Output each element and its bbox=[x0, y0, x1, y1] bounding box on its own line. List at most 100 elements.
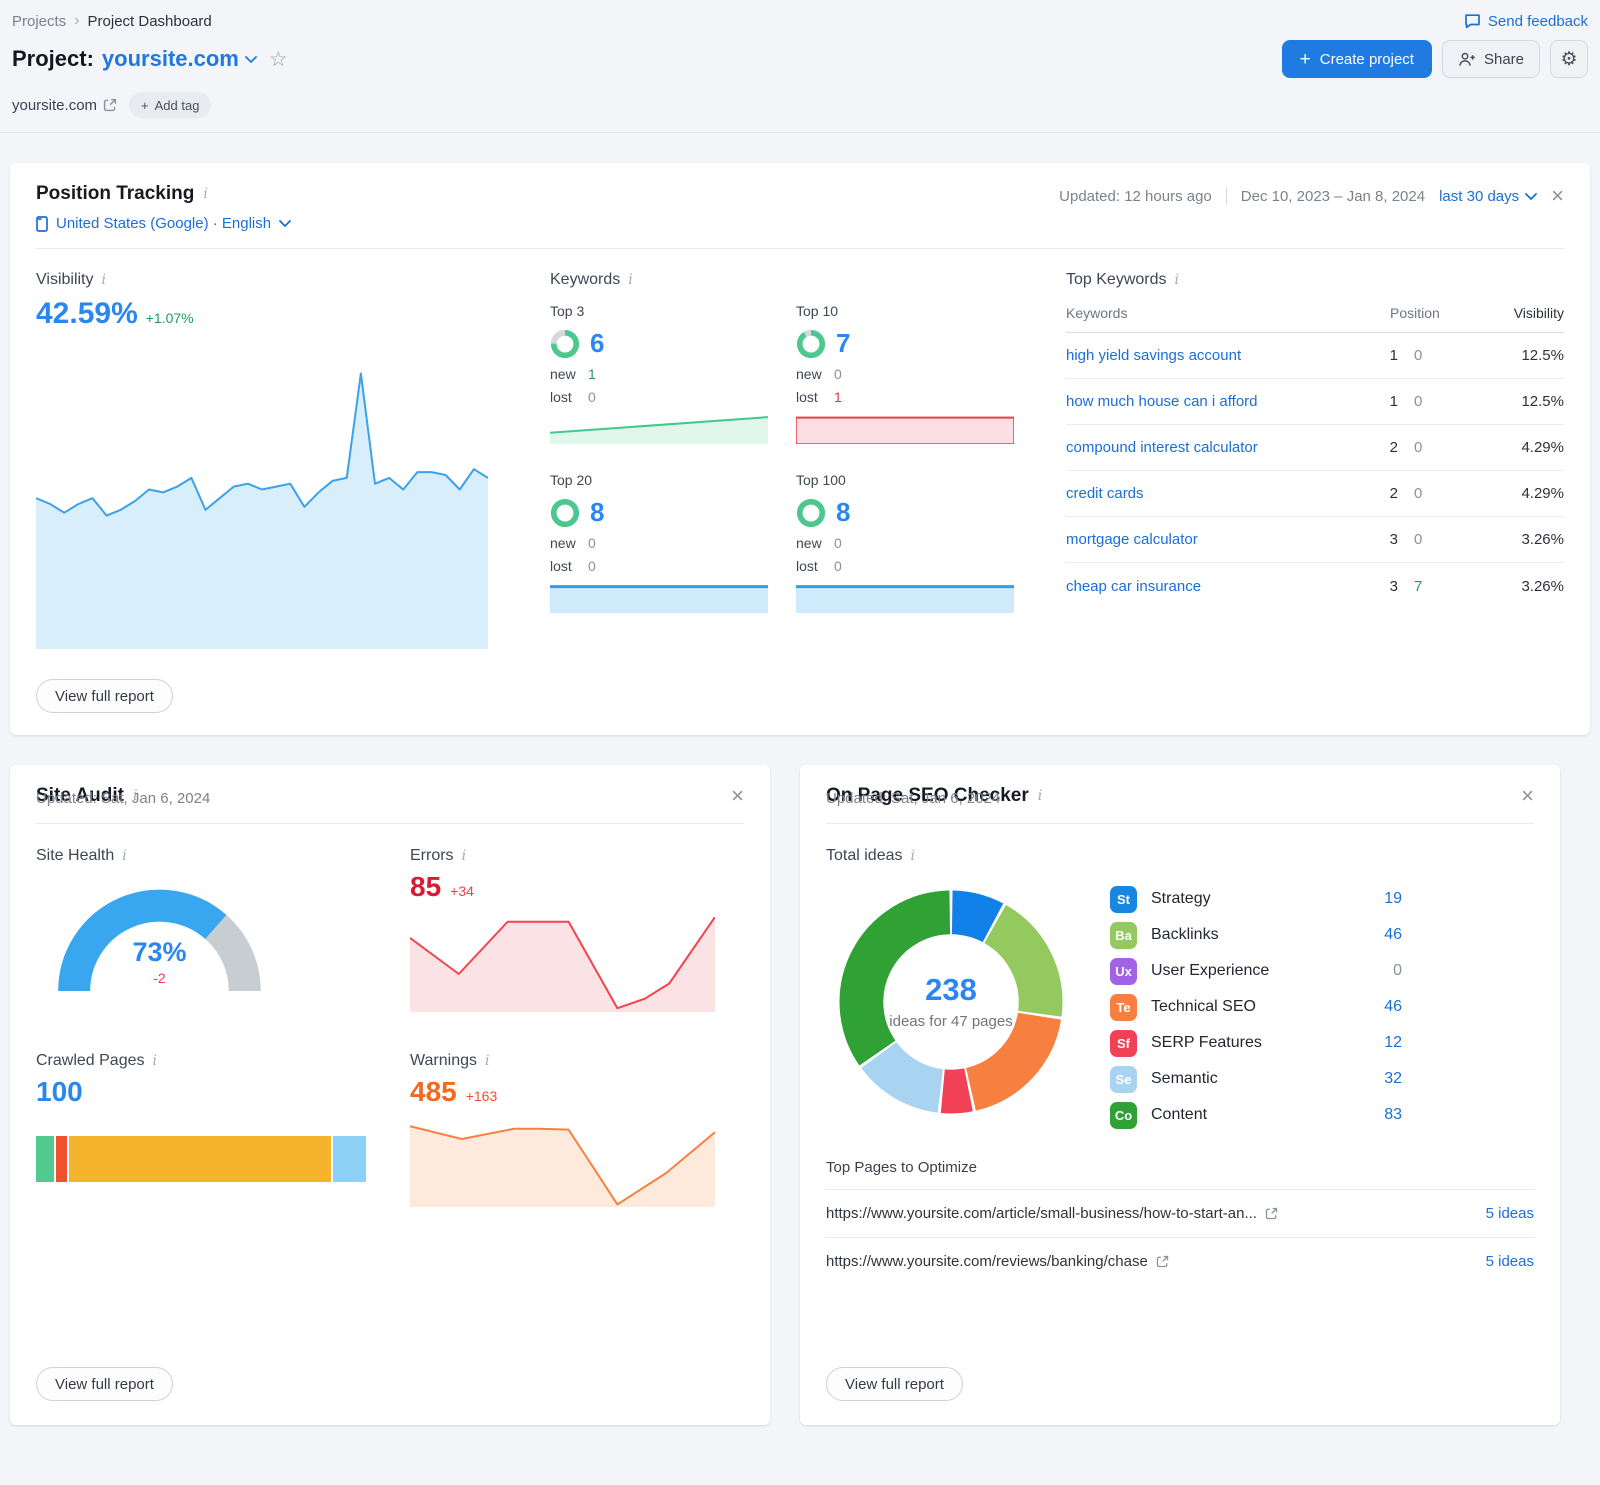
warnings-delta: +163 bbox=[466, 1088, 498, 1104]
top-keywords-section: Top Keywords i Keywords Position Visibil… bbox=[1066, 271, 1564, 649]
top10-ring-chart bbox=[796, 329, 826, 359]
project-domain-link[interactable]: yoursite.com bbox=[12, 97, 117, 114]
page-ideas-link[interactable]: 5 ideas bbox=[1486, 1253, 1534, 1270]
view-full-report-button[interactable]: View full report bbox=[826, 1367, 963, 1401]
keyword-link[interactable]: cheap car insurance bbox=[1066, 578, 1364, 595]
top-keywords-title: Top Keywords bbox=[1066, 271, 1167, 289]
errors-delta: +34 bbox=[450, 883, 474, 899]
info-icon[interactable]: i bbox=[628, 272, 632, 288]
page-url-link[interactable]: https://www.yoursite.com/reviews/banking… bbox=[826, 1253, 1169, 1270]
view-full-report-button[interactable]: View full report bbox=[36, 679, 173, 713]
page-url-link[interactable]: https://www.yoursite.com/article/small-b… bbox=[826, 1205, 1278, 1222]
project-name-dropdown[interactable]: yoursite.com bbox=[102, 46, 257, 72]
top10-lost: 1 bbox=[834, 389, 842, 405]
top20-ring-chart bbox=[550, 498, 580, 528]
table-row: how much house can i afford 10 12.5% bbox=[1066, 379, 1564, 425]
table-row: mortgage calculator 30 3.26% bbox=[1066, 517, 1564, 563]
user-experience-badge: Ux bbox=[1110, 958, 1137, 985]
total-ideas-value: 238 bbox=[876, 972, 1026, 1008]
backlinks-badge: Ba bbox=[1110, 922, 1137, 949]
info-icon[interactable]: i bbox=[1175, 272, 1179, 288]
serp-features-badge: Sf bbox=[1110, 1030, 1137, 1057]
visibility-section: Visibility i 42.59% +1.07% bbox=[36, 271, 488, 649]
top100-lost: 0 bbox=[834, 558, 842, 574]
breadcrumb-projects[interactable]: Projects bbox=[12, 13, 66, 30]
close-icon[interactable]: × bbox=[1551, 185, 1564, 207]
top100-sparkline bbox=[796, 585, 1014, 613]
updated-timestamp: Updated: Sat, Jan 6, 2024 bbox=[36, 790, 744, 823]
keywords-top10-bucket: Top 10 7 new0 lost1 bbox=[796, 303, 1014, 444]
project-label: Project: bbox=[12, 46, 94, 72]
settings-gear-button[interactable]: ⚙ bbox=[1550, 40, 1588, 78]
create-project-button[interactable]: + Create project bbox=[1282, 40, 1432, 78]
breadcrumb: Projects › Project Dashboard bbox=[12, 12, 212, 30]
keyword-link[interactable]: how much house can i afford bbox=[1066, 393, 1364, 410]
top100-ring-chart bbox=[796, 498, 826, 528]
project-title: Project: yoursite.com ☆ bbox=[12, 46, 288, 72]
top100-count: 8 bbox=[836, 497, 850, 528]
breadcrumb-separator-icon: › bbox=[74, 12, 79, 30]
backlinks-count-link[interactable]: 46 bbox=[1356, 926, 1402, 944]
info-icon[interactable]: i bbox=[485, 1053, 489, 1069]
site-health-label: Site Health bbox=[36, 847, 114, 865]
send-feedback-link[interactable]: Send feedback bbox=[1464, 13, 1588, 30]
favorite-star-icon[interactable]: ☆ bbox=[269, 47, 288, 72]
keywords-label: Keywords bbox=[550, 271, 620, 289]
top3-sparkline bbox=[550, 416, 768, 444]
crawled-pages-section: Crawled Pages i 100 bbox=[36, 1052, 370, 1207]
top20-lost: 0 bbox=[588, 558, 596, 574]
serp-features-count-link[interactable]: 12 bbox=[1356, 1034, 1402, 1052]
period-dropdown[interactable]: last 30 days bbox=[1439, 188, 1537, 205]
site-health-value: 73% bbox=[42, 937, 277, 968]
total-ideas-caption: ideas for 47 pages bbox=[876, 1012, 1026, 1032]
view-full-report-button[interactable]: View full report bbox=[36, 1367, 173, 1401]
technical-seo-count-link[interactable]: 46 bbox=[1356, 998, 1402, 1016]
keywords-section: Keywords i Top 3 6 new1 lost0 bbox=[550, 271, 1014, 649]
external-link-icon bbox=[1156, 1255, 1169, 1268]
legend-item: Sf SERP Features 12 bbox=[1110, 1025, 1534, 1061]
top3-new: 1 bbox=[588, 366, 596, 382]
crawled-pages-value: 100 bbox=[36, 1076, 370, 1108]
top20-sparkline bbox=[550, 585, 768, 613]
position-tracking-title: Position Tracking bbox=[36, 183, 194, 205]
info-icon[interactable]: i bbox=[102, 272, 106, 288]
site-audit-widget: Site Audit i × Updated: Sat, Jan 6, 2024… bbox=[10, 765, 770, 1425]
keyword-link[interactable]: high yield savings account bbox=[1066, 347, 1364, 364]
errors-trend-chart bbox=[410, 917, 715, 1012]
share-button[interactable]: Share bbox=[1442, 40, 1540, 78]
table-row: credit cards 20 4.29% bbox=[1066, 471, 1564, 517]
page-row: https://www.yoursite.com/article/small-b… bbox=[826, 1189, 1534, 1237]
external-link-icon bbox=[103, 98, 117, 112]
top-pages-label: Top Pages to Optimize bbox=[826, 1159, 1534, 1189]
info-icon[interactable]: i bbox=[203, 186, 207, 202]
technical-seo-badge: Te bbox=[1110, 994, 1137, 1021]
top10-count: 7 bbox=[836, 328, 850, 359]
warnings-section: Warnings i 485 +163 bbox=[410, 1052, 744, 1207]
top20-count: 8 bbox=[590, 497, 604, 528]
external-link-icon bbox=[1265, 1207, 1278, 1220]
keyword-link[interactable]: credit cards bbox=[1066, 485, 1364, 502]
top-pages-section: Top Pages to Optimize https://www.yoursi… bbox=[826, 1159, 1534, 1285]
info-icon[interactable]: i bbox=[122, 848, 126, 864]
chevron-down-icon bbox=[245, 56, 257, 63]
breadcrumb-current: Project Dashboard bbox=[88, 13, 212, 30]
plus-icon: + bbox=[141, 98, 149, 113]
user-experience-count: 0 bbox=[1356, 962, 1402, 980]
keyword-link[interactable]: mortgage calculator bbox=[1066, 531, 1364, 548]
position-tracking-widget: Position Tracking i United States (Googl… bbox=[10, 163, 1590, 735]
info-icon[interactable]: i bbox=[153, 1053, 157, 1069]
page-ideas-link[interactable]: 5 ideas bbox=[1486, 1205, 1534, 1222]
plus-icon: + bbox=[1300, 50, 1311, 69]
add-tag-button[interactable]: + Add tag bbox=[129, 92, 211, 118]
content-count-link[interactable]: 83 bbox=[1356, 1106, 1402, 1124]
top100-new: 0 bbox=[834, 535, 842, 551]
legend-item: Co Content 83 bbox=[1110, 1097, 1534, 1133]
strategy-count-link[interactable]: 19 bbox=[1356, 890, 1402, 908]
info-icon[interactable]: i bbox=[911, 848, 915, 864]
warnings-trend-chart bbox=[410, 1122, 715, 1207]
keyword-link[interactable]: compound interest calculator bbox=[1066, 439, 1364, 456]
info-icon[interactable]: i bbox=[462, 848, 466, 864]
page-row: https://www.yoursite.com/reviews/banking… bbox=[826, 1237, 1534, 1285]
semantic-count-link[interactable]: 32 bbox=[1356, 1070, 1402, 1088]
tracking-target-selector[interactable]: United States (Google) · English bbox=[36, 215, 291, 232]
